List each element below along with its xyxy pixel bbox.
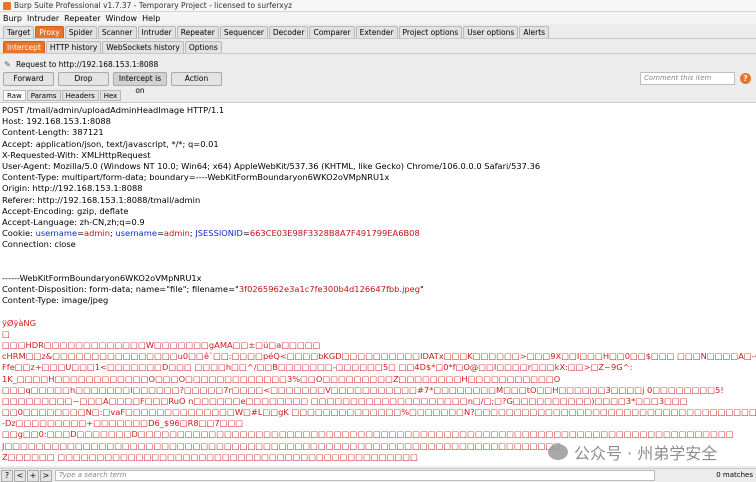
menu-item-intruder[interactable]: Intruder [27, 14, 59, 23]
binary-line: Ffe□□z+□□□U□□□1<□□□□□□□D□□□ □□□□h□□^/□□B… [2, 362, 633, 373]
subtabs-divider [0, 53, 756, 54]
request-line: Connection: close [2, 239, 76, 250]
search-input[interactable]: Type a search term [55, 470, 655, 481]
disposition-prefix: Content-Disposition: form-data; name="fi… [2, 284, 239, 294]
tab-alerts[interactable]: Alerts [519, 26, 550, 38]
tabs-divider [0, 38, 756, 39]
tab-headers[interactable]: Headers [61, 90, 99, 101]
request-target: Request to http://192.168.153.1:8088 [16, 59, 159, 69]
request-line: Content-Length: 387121 [2, 127, 104, 138]
wechat-icon [548, 444, 568, 460]
request-line: Content-Type: multipart/form-data; bound… [2, 172, 390, 183]
cookie-key: username [35, 228, 78, 239]
message-view-tabs: Raw Params Headers Hex [3, 90, 122, 101]
tab-hex[interactable]: Hex [99, 90, 122, 101]
tab-target[interactable]: Target [3, 26, 35, 38]
main-tabs: Target Proxy Spider Scanner Intruder Rep… [0, 25, 550, 38]
binary-line: □□□HDR□□□□□□□□□□□□□W□□□□□□□gAMA□□±□ü□a□□… [2, 339, 321, 350]
window-title-bar: Burp Suite Professional v1.7.37 - Tempor… [0, 0, 756, 12]
request-info: ✎ Request to http://192.168.153.1:8088 [3, 58, 158, 70]
binary-line: □□□q□□□□□h□□□□□□□I□□□□□□?□□□□□7r□□□□<□□□… [2, 384, 724, 395]
drop-button[interactable]: Drop [58, 72, 109, 86]
search-bar: ? < + > Type a search term 0 matches [0, 468, 756, 482]
wechat-watermark: 公众号 · 州弟学安全 [548, 440, 717, 464]
tab-options[interactable]: Options [184, 41, 222, 53]
tab-extender[interactable]: Extender [355, 26, 398, 38]
previous-match-icon[interactable]: < [14, 469, 26, 482]
filename-value: 3f0265962e3a1c7fe300b4d126647fbb.jpeg [238, 284, 421, 294]
tab-raw[interactable]: Raw [3, 90, 26, 101]
tab-scanner[interactable]: Scanner [97, 26, 137, 38]
request-line: Host: 192.168.153.1:8088 [2, 116, 111, 127]
boundary-line: ------WebKitFormBoundaryon6WKO2oVMpNRU1x [2, 272, 202, 283]
request-line: Referer: http://192.168.153.1:8088/tmall… [2, 194, 201, 205]
menu-item-burp[interactable]: Burp [3, 14, 22, 23]
binary-line: cHRM□□z&□□□□□□□□□□□□□□□□u0□□ê`□□:□□□□péQ… [2, 351, 756, 362]
tab-project-options[interactable]: Project options [398, 26, 463, 38]
binary-line: □□□□□□□□□~□□□A□□□□F□□□RuO n□□□□□□e□□□□□□… [2, 395, 688, 406]
tab-sequencer[interactable]: Sequencer [219, 26, 268, 38]
binary-line: ÿØÿàNG [2, 317, 37, 328]
request-line: Accept: application/json, text/javascrip… [2, 138, 219, 149]
tab-intercept[interactable]: Intercept [3, 41, 45, 53]
request-line: POST /tmall/admin/uploadAdminHeadImage H… [2, 105, 225, 115]
tab-decoder[interactable]: Decoder [268, 26, 309, 38]
tab-repeater[interactable]: Repeater [176, 26, 219, 38]
menu-item-window[interactable]: Window [106, 14, 138, 23]
cookie-line: Cookie: username=admin; username=admin; … [2, 228, 420, 239]
comment-input[interactable]: Comment this item [640, 72, 735, 85]
forward-button[interactable]: Forward [3, 72, 54, 86]
add-icon[interactable]: + [27, 469, 39, 482]
menu-item-repeater[interactable]: Repeater [64, 14, 100, 23]
tab-proxy[interactable]: Proxy [35, 26, 64, 38]
disposition-line: Content-Disposition: form-data; name="fi… [2, 284, 756, 295]
tab-intruder[interactable]: Intruder [137, 26, 176, 38]
request-line: Accept-Encoding: gzip, deflate [2, 205, 129, 216]
request-editor[interactable]: POST /tmall/admin/uploadAdminHeadImage H… [0, 102, 756, 466]
cookie-value: 663CE03E98F3328B8A7F491799EA6B08 [249, 228, 420, 239]
tab-websockets-history[interactable]: WebSockets history [102, 41, 184, 53]
request-line: Origin: http://192.168.153.1:8088 [2, 183, 143, 194]
binary-line: 1K_□□□□H□□□□□□□□□□□□O□□□O□□□□□□□□□□□□□3%… [2, 373, 561, 384]
binary-line: □□g□□0:□□□D□□□□□□□D□□□□□□□□□□□□□□□□□□□□□… [2, 429, 734, 440]
burp-logo-icon [3, 1, 11, 10]
window-title: Burp Suite Professional v1.7.37 - Tempor… [14, 1, 293, 10]
request-line: Accept-Language: zh-CN,zh;q=0.9 [2, 216, 145, 227]
menu-item-help[interactable]: Help [142, 14, 160, 23]
cookie-key: username [115, 228, 157, 239]
request-line: User-Agent: Mozilla/5.0 (Windows NT 10.0… [2, 160, 541, 171]
binary-line: -Dz□□□□□□□□□+□□□□□□□D6_$96□R8□□7□□□ [2, 418, 244, 429]
cookie-value: admin [84, 228, 111, 239]
tab-user-options[interactable]: User options [463, 26, 519, 38]
disposition-suffix: " [420, 284, 424, 294]
tab-comparer[interactable]: Comparer [309, 26, 355, 38]
cookie-prefix: Cookie: [2, 228, 36, 239]
request-line: X-Requested-With: XMLHttpRequest [2, 149, 151, 160]
menu-bar: Burp Intruder Repeater Window Help [0, 12, 756, 24]
intercept-toggle-button[interactable]: Intercept is on [113, 72, 167, 95]
action-button[interactable]: Action [171, 72, 222, 86]
tab-spider[interactable]: Spider [64, 26, 97, 38]
binary-line: □ [2, 328, 10, 339]
proxy-sub-tabs: Intercept HTTP history WebSockets histor… [0, 40, 223, 53]
intercept-toolbar: Forward Drop Intercept is on Action [3, 72, 226, 95]
binary-line: □□0□□□□□□□□N□:□vaF□□□□□□□□□□□□□□W□#L□□gK… [2, 407, 756, 418]
help-icon[interactable]: ? [740, 73, 751, 84]
help-icon[interactable]: ? [1, 469, 13, 482]
pencil-icon[interactable]: ✎ [3, 60, 12, 69]
cookie-key: JSESSIONID [195, 228, 243, 239]
match-count: 0 matches [716, 471, 753, 479]
cookie-value: admin [163, 228, 190, 239]
watermark-text: 公众号 · 州弟学安全 [574, 444, 718, 463]
request-line: Content-Type: image/jpeg [2, 295, 109, 306]
tab-http-history[interactable]: HTTP history [45, 41, 102, 53]
next-match-icon[interactable]: > [40, 469, 52, 482]
tab-params[interactable]: Params [26, 90, 61, 101]
